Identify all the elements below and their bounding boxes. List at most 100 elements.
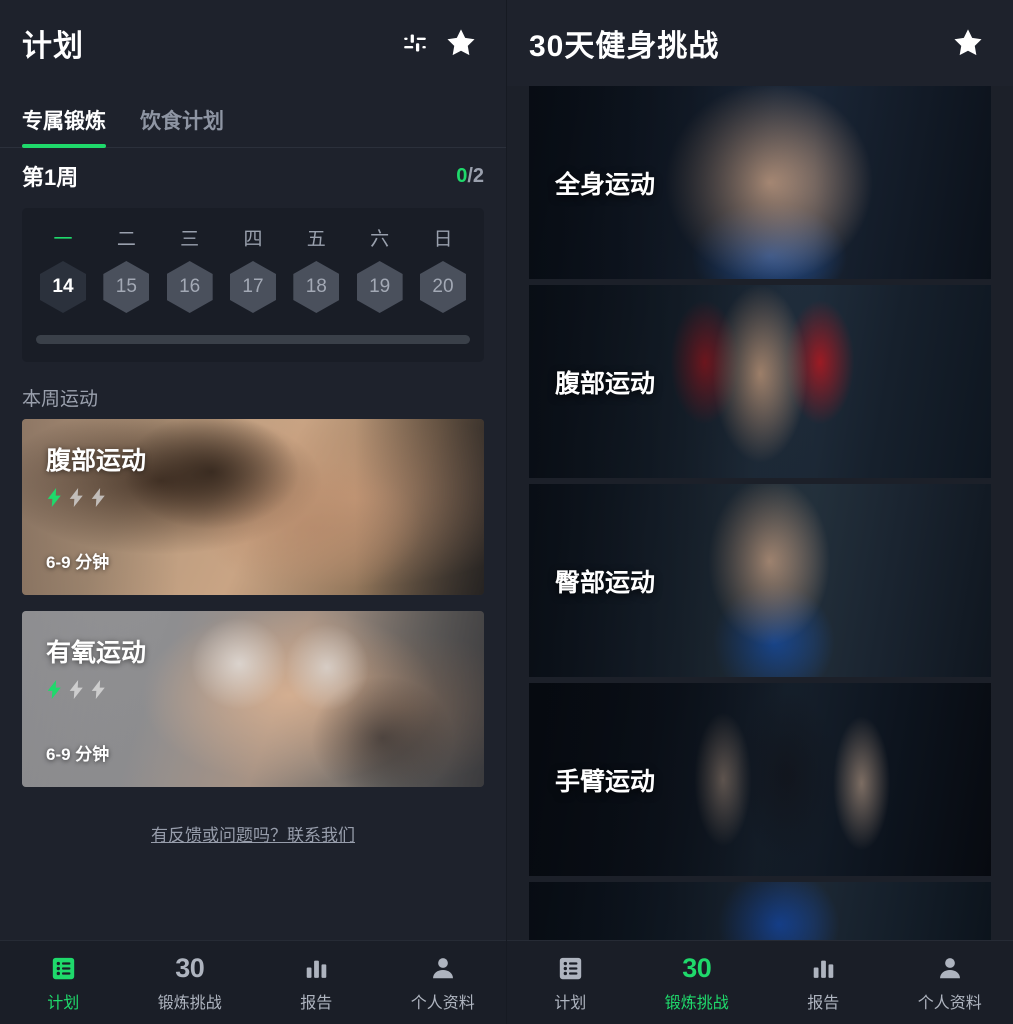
nav-label-report: 报告: [807, 995, 840, 1012]
bolt-icon-filled: [47, 680, 61, 699]
calendar-weekday-row: 一 二 三 四 五 六 日: [36, 224, 470, 251]
person-icon: [430, 952, 456, 984]
challenge-title: 腹部运动: [555, 369, 656, 398]
plan-tabs: 专属锻炼 饮食计划: [0, 86, 506, 148]
challenge-header: 30天健身挑战: [507, 0, 1013, 86]
plan-header: 计划: [0, 0, 506, 86]
list-icon: [557, 952, 584, 984]
date-hex-16[interactable]: 16: [166, 261, 213, 313]
week-total: /2: [467, 164, 484, 187]
difficulty-bolts: [46, 680, 460, 699]
nav-label-profile: 个人资料: [917, 995, 982, 1012]
date-hex-14[interactable]: 14: [40, 261, 86, 313]
nav-item-plan[interactable]: 计划: [0, 952, 127, 1013]
calendar-card: 一 二 三 四 五 六 日 14 15 16 17 18 19 20: [22, 208, 484, 362]
workout-title: 有氧运动: [46, 639, 147, 667]
plan-screen: 计划 专属锻炼 饮食计划 第1周 0/2 一 二 三 四 五 六 日 14 15…: [0, 0, 506, 1024]
nav-item-plan[interactable]: 计划: [507, 952, 634, 1013]
tab-diet-plan[interactable]: 饮食计划: [140, 105, 224, 147]
challenge-card-list: 全身运动 腹部运动 臀部运动 手臂运动 腿部运动: [507, 86, 1013, 940]
difficulty-bolts: [46, 488, 460, 507]
person-icon: [937, 952, 963, 984]
page-title: 计划: [22, 30, 84, 63]
nav-item-report[interactable]: 报告: [253, 952, 380, 1013]
workout-card[interactable]: 有氧运动 6-9 分钟: [22, 611, 484, 787]
challenge-card[interactable]: 腹部运动: [529, 285, 991, 478]
challenge-page-title: 30天健身挑战: [529, 30, 720, 63]
bolt-icon-filled: [47, 488, 61, 507]
tab-personal-workout[interactable]: 专属锻炼: [22, 105, 106, 148]
date-cell: 15: [99, 261, 153, 313]
challenge-card[interactable]: 手臂运动: [529, 683, 991, 876]
challenge-card[interactable]: 腿部运动: [529, 882, 991, 940]
weekday-wed: 三: [180, 229, 200, 250]
date-cell: 16: [163, 261, 217, 313]
nav-label-challenge: 锻炼挑战: [157, 995, 222, 1012]
challenge-card[interactable]: 全身运动: [529, 86, 991, 279]
challenge-screen: 30天健身挑战 全身运动 腹部运动 臀部运动 手臂运动 腿部运动: [506, 0, 1013, 1024]
workout-duration: 6-9 分钟: [46, 745, 110, 764]
nav-label-plan: 计划: [554, 995, 587, 1012]
30-icon: 30: [175, 952, 205, 983]
nav-label-plan: 计划: [47, 995, 80, 1012]
date-hex-20[interactable]: 20: [419, 261, 466, 313]
bolt-icon-empty: [69, 680, 83, 699]
dual-screen-container: 计划 专属锻炼 饮食计划 第1周 0/2 一 二 三 四 五 六 日 14 15…: [0, 0, 1013, 1024]
week-completed: 0: [456, 164, 468, 187]
list-icon: [50, 952, 77, 984]
date-hex-19[interactable]: 19: [356, 261, 403, 313]
section-label-this-week: 本周运动: [22, 389, 99, 410]
week-label: 第1周: [22, 165, 79, 190]
calendar-date-row: 14 15 16 17 18 19 20: [36, 261, 470, 313]
challenge-title: 全身运动: [555, 170, 656, 199]
week-progress-count: 0/2: [456, 165, 484, 188]
challenge-title: 臀部运动: [555, 568, 656, 597]
date-hex-15[interactable]: 15: [103, 261, 150, 313]
workout-card-list: 腹部运动 6-9 分钟 有氧运动 6-9 分钟: [0, 419, 506, 803]
date-hex-17[interactable]: 17: [229, 261, 276, 313]
bolt-icon-empty: [91, 680, 105, 699]
weekday-mon: 一: [53, 229, 73, 250]
workout-title: 腹部运动: [46, 447, 147, 475]
nav-label-report: 报告: [300, 995, 333, 1012]
feedback-link-wrap: 有反馈或问题吗？联系我们: [0, 803, 506, 846]
date-cell: 20: [416, 261, 470, 313]
bar-chart-icon: [811, 952, 836, 984]
workout-card-body: 有氧运动 6-9 分钟: [22, 611, 484, 787]
bottom-nav: 计划 30 锻炼挑战 报告 个人资料: [507, 940, 1013, 1024]
week-summary: 第1周 0/2: [0, 148, 506, 204]
bolt-icon-empty: [91, 488, 105, 507]
bolt-icon-empty: [69, 488, 83, 507]
sliders-icon[interactable]: [392, 20, 438, 66]
date-cell: 17: [226, 261, 280, 313]
challenge-title: 手臂运动: [555, 767, 656, 796]
feedback-link[interactable]: 有反馈或问题吗？联系我们: [151, 826, 355, 845]
date-hex-18[interactable]: 18: [293, 261, 340, 313]
weekday-sun: 日: [433, 229, 453, 250]
workout-duration: 6-9 分钟: [46, 553, 110, 572]
nav-item-challenge[interactable]: 30 锻炼挑战: [634, 952, 761, 1013]
weekday-fri: 五: [306, 229, 326, 250]
challenge-card[interactable]: 臀部运动: [529, 484, 991, 677]
left-filler: [0, 846, 506, 940]
nav-label-profile: 个人资料: [410, 995, 475, 1012]
nav-label-challenge: 锻炼挑战: [664, 995, 729, 1012]
date-cell: 18: [289, 261, 343, 313]
week-progress-bar: [36, 335, 470, 344]
bottom-nav: 计划 30 锻炼挑战 报告 个人资料: [0, 940, 506, 1024]
workout-card[interactable]: 腹部运动 6-9 分钟: [22, 419, 484, 595]
weekday-tue: 二: [116, 229, 136, 250]
30-icon: 30: [682, 952, 712, 983]
weekday-thu: 四: [243, 229, 263, 250]
date-cell: 19: [353, 261, 407, 313]
star-icon[interactable]: [438, 20, 484, 66]
weekday-sat: 六: [370, 229, 390, 250]
nav-item-profile[interactable]: 个人资料: [887, 952, 1013, 1013]
workout-card-body: 腹部运动 6-9 分钟: [22, 419, 484, 595]
date-cell: 14: [36, 261, 90, 313]
bar-chart-icon: [304, 952, 329, 984]
nav-item-challenge[interactable]: 30 锻炼挑战: [127, 952, 254, 1013]
star-icon[interactable]: [945, 20, 991, 66]
nav-item-report[interactable]: 报告: [760, 952, 887, 1013]
nav-item-profile[interactable]: 个人资料: [380, 952, 507, 1013]
